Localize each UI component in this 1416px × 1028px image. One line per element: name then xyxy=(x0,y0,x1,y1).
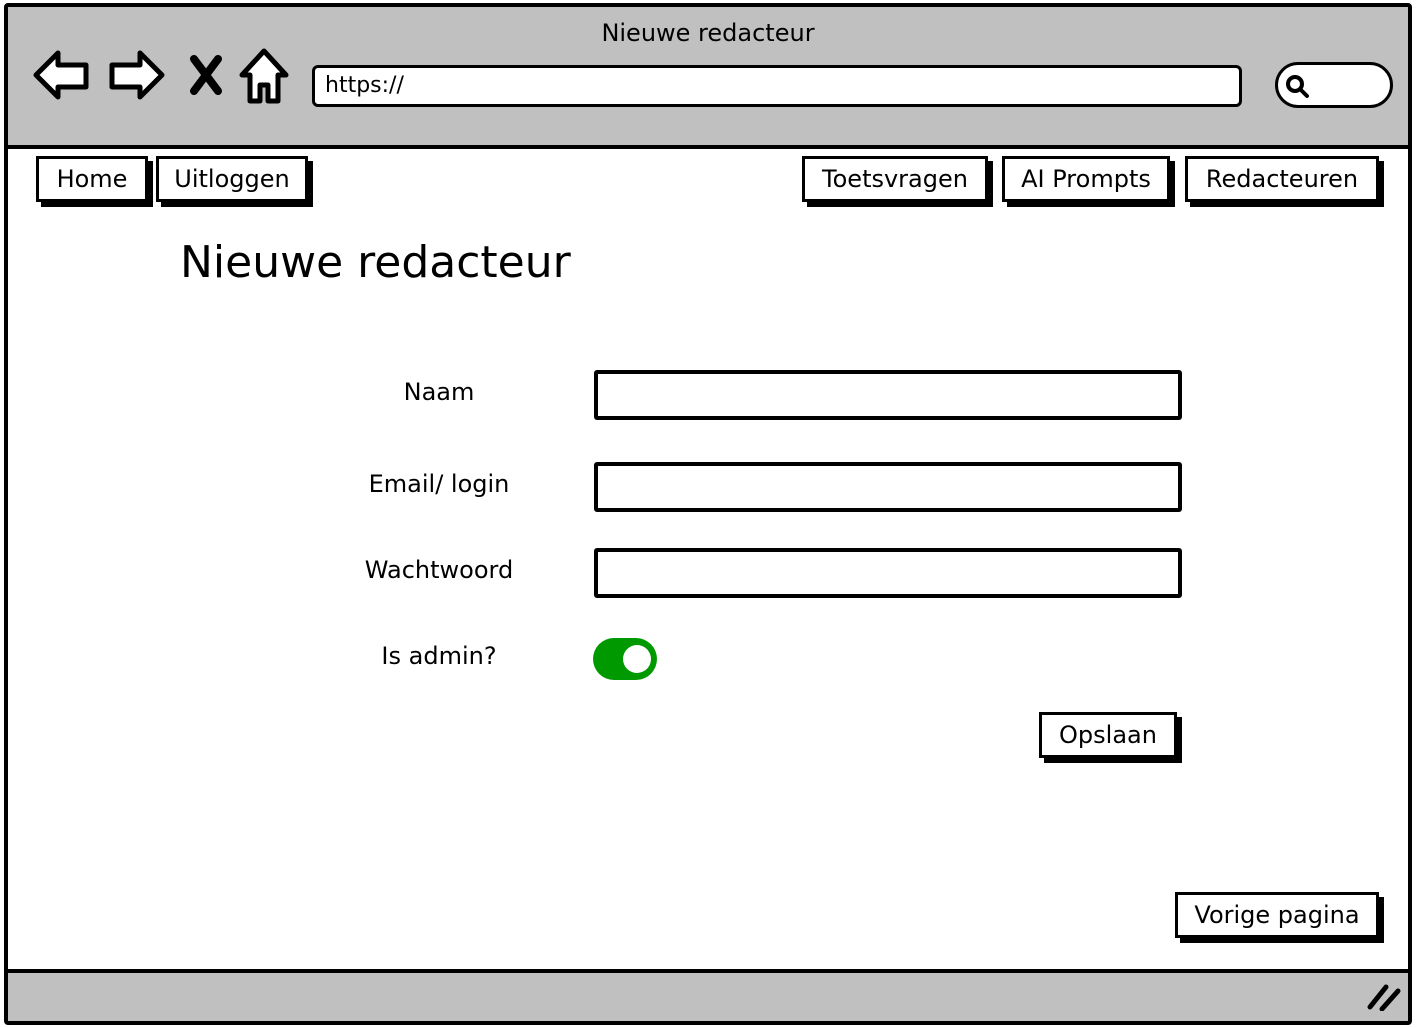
tab-toetsvragen[interactable]: Toetsvragen xyxy=(802,156,988,202)
toggle-knob xyxy=(623,645,651,673)
tab-redacteuren[interactable]: Redacteuren xyxy=(1185,156,1379,202)
home-button[interactable]: Home xyxy=(36,156,148,202)
email-label: Email/ login xyxy=(368,470,510,498)
password-field[interactable] xyxy=(594,548,1182,598)
password-label: Wachtwoord xyxy=(364,556,514,584)
name-field[interactable] xyxy=(594,370,1182,420)
window-title: Nieuwe redacteur xyxy=(601,19,815,47)
logout-button[interactable]: Uitloggen xyxy=(156,156,308,202)
home-icon[interactable] xyxy=(238,47,290,107)
status-bar xyxy=(8,969,1408,1021)
name-label: Naam xyxy=(403,378,475,406)
browser-search[interactable] xyxy=(1275,62,1393,108)
admin-label: Is admin? xyxy=(381,642,497,670)
page-title: Nieuwe redacteur xyxy=(180,237,571,288)
resize-handle-icon[interactable] xyxy=(1366,981,1402,1015)
close-icon[interactable] xyxy=(188,55,224,95)
forward-arrow-icon[interactable] xyxy=(106,47,166,103)
browser-window: Nieuwe redacteur https:// Home Uitloggen… xyxy=(4,3,1412,1025)
admin-toggle[interactable] xyxy=(593,638,657,680)
email-field[interactable] xyxy=(594,462,1182,512)
search-icon xyxy=(1284,73,1310,103)
previous-page-button[interactable]: Vorige pagina xyxy=(1175,892,1379,938)
url-input[interactable]: https:// xyxy=(312,65,1242,107)
tab-ai-prompts[interactable]: AI Prompts xyxy=(1002,156,1170,202)
save-button[interactable]: Opslaan xyxy=(1039,712,1177,758)
browser-chrome: Nieuwe redacteur https:// xyxy=(8,7,1408,149)
back-arrow-icon[interactable] xyxy=(32,47,92,103)
